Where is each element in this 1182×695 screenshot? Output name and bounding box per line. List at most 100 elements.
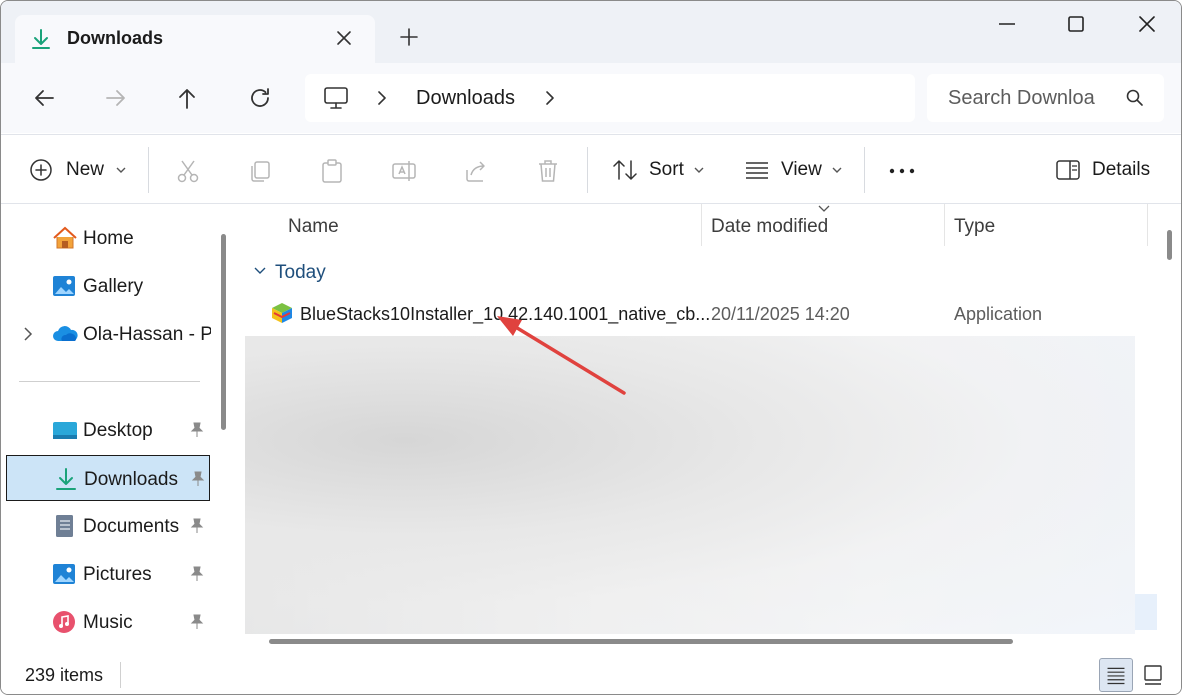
- onedrive-icon: [53, 326, 78, 341]
- column-header-date[interactable]: Date modified: [711, 216, 828, 238]
- sort-label: Sort: [649, 159, 684, 180]
- group-header-today[interactable]: Today: [275, 262, 326, 284]
- more-options-icon[interactable]: [888, 158, 916, 184]
- title-bar: Downloads: [1, 1, 1181, 63]
- this-pc-icon[interactable]: [323, 86, 349, 110]
- pin-icon[interactable]: [188, 517, 206, 535]
- column-divider[interactable]: [1147, 204, 1148, 246]
- vertical-scrollbar[interactable]: [1167, 230, 1172, 260]
- search-placeholder: Search Downloa: [948, 87, 1095, 109]
- nav-item-label: Documents: [83, 516, 180, 537]
- nav-divider: [19, 381, 200, 382]
- pin-icon[interactable]: [188, 613, 206, 631]
- nav-item-home[interactable]: Home: [6, 215, 210, 261]
- column-divider[interactable]: [701, 204, 702, 246]
- nav-item-label: Gallery: [83, 276, 144, 297]
- home-icon: [53, 226, 77, 249]
- divider: [148, 147, 149, 193]
- search-box[interactable]: Search Downloa: [927, 74, 1164, 122]
- tab-title: Downloads: [67, 28, 164, 48]
- chevron-down-icon: [694, 167, 704, 173]
- nav-item-onedrive[interactable]: Ola-Hassan - Pe: [6, 311, 211, 357]
- maximize-icon[interactable]: [1056, 11, 1096, 37]
- file-list: Name Date modified Type Today BlueStacks…: [237, 204, 1181, 656]
- forward-icon[interactable]: [101, 83, 131, 113]
- sort-button[interactable]: Sort: [612, 135, 706, 205]
- plus-circle-icon: [30, 159, 52, 181]
- nav-item-downloads[interactable]: Downloads: [6, 455, 210, 501]
- cut-icon[interactable]: [175, 158, 201, 184]
- close-window-icon[interactable]: [1127, 11, 1167, 37]
- nav-item-label: Downloads: [84, 469, 178, 490]
- nav-item-desktop[interactable]: Desktop: [6, 407, 210, 453]
- nav-scrollbar[interactable]: [221, 234, 226, 430]
- new-button[interactable]: New: [29, 135, 128, 205]
- download-icon: [32, 29, 50, 49]
- nav-item-label: Home: [83, 228, 134, 249]
- blurred-region: [245, 336, 1135, 634]
- column-header-name[interactable]: Name: [288, 216, 339, 238]
- chevron-right-icon[interactable]: [375, 88, 389, 108]
- chevron-down-icon: [116, 167, 126, 173]
- search-icon[interactable]: [1125, 88, 1145, 108]
- horizontal-scrollbar[interactable]: [269, 639, 1013, 644]
- music-icon: [53, 611, 75, 633]
- file-name[interactable]: BlueStacks10Installer_10.42.140.1001_nat…: [300, 304, 710, 325]
- new-tab-icon[interactable]: [397, 25, 421, 49]
- bluestacks-app-icon: [272, 303, 292, 323]
- pin-icon[interactable]: [188, 421, 206, 439]
- close-tab-icon[interactable]: [331, 25, 357, 51]
- rename-icon[interactable]: [391, 158, 417, 184]
- divider: [120, 662, 121, 688]
- up-icon[interactable]: [172, 83, 202, 113]
- pictures-icon: [53, 564, 75, 584]
- breadcrumb-downloads[interactable]: Downloads: [416, 87, 515, 110]
- details-button[interactable]: Details: [1055, 135, 1150, 205]
- status-bar: 239 items: [1, 656, 1181, 694]
- sort-icon: [613, 160, 637, 180]
- details-label: Details: [1092, 159, 1151, 180]
- blurred-region: [1135, 594, 1157, 630]
- navigation-pane: Home Gallery Ola-Hassan - Pe Desktop Dow…: [1, 204, 237, 656]
- chevron-right-icon[interactable]: [22, 326, 34, 342]
- command-bar: New Sort View Details: [1, 134, 1181, 204]
- nav-item-documents[interactable]: Documents: [6, 503, 210, 549]
- nav-item-gallery[interactable]: Gallery: [6, 263, 210, 309]
- nav-item-pictures[interactable]: Pictures: [6, 551, 210, 597]
- divider: [864, 147, 865, 193]
- chevron-down-icon: [832, 167, 842, 173]
- new-label: New: [66, 159, 105, 180]
- chevron-right-icon[interactable]: [543, 88, 557, 108]
- view-button[interactable]: View: [744, 135, 844, 205]
- share-icon[interactable]: [463, 158, 489, 184]
- view-label: View: [781, 159, 822, 180]
- details-view-icon[interactable]: [1099, 658, 1133, 692]
- refresh-icon[interactable]: [245, 83, 275, 113]
- tiles-view-icon[interactable]: [1137, 658, 1171, 692]
- nav-item-label: Desktop: [83, 420, 153, 441]
- pin-icon[interactable]: [189, 470, 207, 488]
- nav-item-label: Pictures: [83, 564, 152, 585]
- address-row: Downloads Search Downloa: [1, 63, 1181, 133]
- nav-item-music[interactable]: Music: [6, 599, 210, 645]
- nav-item-label: Music: [83, 612, 133, 633]
- column-header-type[interactable]: Type: [954, 216, 995, 238]
- desktop-icon: [53, 422, 77, 439]
- column-divider[interactable]: [944, 204, 945, 246]
- download-icon: [56, 468, 76, 490]
- view-icon: [746, 162, 768, 179]
- minimize-icon[interactable]: [987, 11, 1027, 37]
- address-bar[interactable]: Downloads: [305, 74, 915, 122]
- delete-icon[interactable]: [535, 158, 561, 184]
- paste-icon[interactable]: [319, 158, 345, 184]
- chevron-down-icon[interactable]: [253, 266, 267, 276]
- sort-descending-icon: [818, 205, 830, 212]
- file-row[interactable]: BlueStacks10Installer_10.42.140.1001_nat…: [245, 292, 1135, 336]
- copy-icon[interactable]: [247, 158, 273, 184]
- back-icon[interactable]: [29, 83, 59, 113]
- file-explorer-window: Downloads Downloads Search Downloa New S…: [0, 0, 1182, 695]
- divider: [587, 147, 588, 193]
- pin-icon[interactable]: [188, 565, 206, 583]
- file-type: Application: [954, 304, 1043, 324]
- tab-downloads[interactable]: Downloads: [15, 15, 375, 63]
